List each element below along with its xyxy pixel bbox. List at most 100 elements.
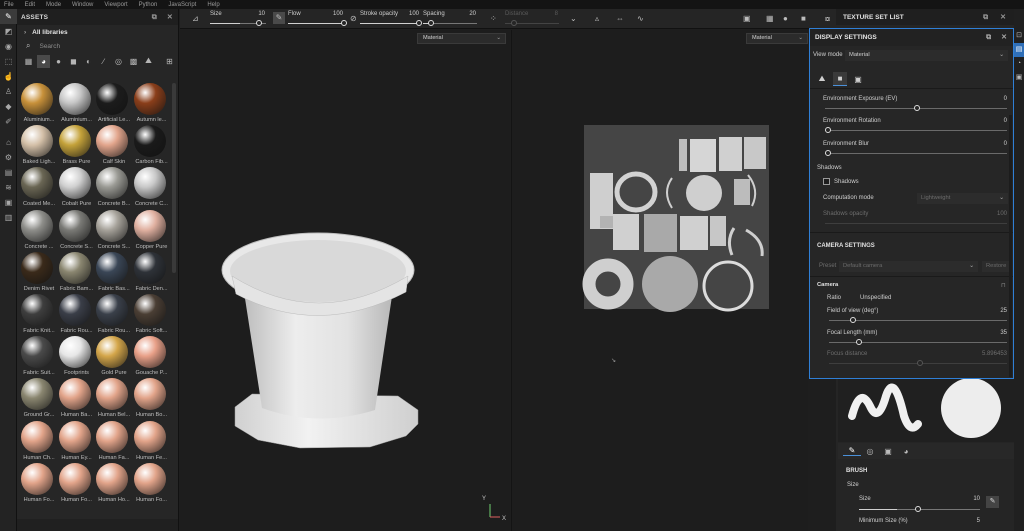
- fov-slider[interactable]: [829, 317, 1007, 323]
- asset-thumbnail[interactable]: Human Bo...: [133, 378, 171, 420]
- menu-item[interactable]: Mode: [46, 2, 61, 8]
- env-exposure-value[interactable]: 0: [995, 96, 1007, 102]
- viewport-2d[interactable]: Material ⌄ ↘: [511, 30, 808, 531]
- anchor-tool-icon[interactable]: ⚙: [0, 150, 17, 165]
- asset-thumbnail[interactable]: Concrete S...: [58, 209, 96, 252]
- axis-icon[interactable]: ∿: [637, 14, 644, 23]
- mirror-icon[interactable]: ▵: [595, 14, 599, 23]
- menu-item[interactable]: Python: [139, 2, 158, 8]
- viewport-3d[interactable]: Material ⌄ Y X: [180, 30, 510, 531]
- asset-thumbnail[interactable]: Fabric Bas...: [95, 251, 133, 294]
- focal-length-slider[interactable]: [829, 339, 1007, 345]
- camera-tab-icon[interactable]: ■: [833, 72, 847, 86]
- asset-thumbnail[interactable]: Concrete ...: [20, 209, 58, 252]
- search-input[interactable]: Search: [39, 43, 60, 50]
- assets-search[interactable]: ⌕ Search: [17, 39, 178, 53]
- flow-value[interactable]: 100: [325, 11, 343, 17]
- asset-thumbnail[interactable]: Fabric Knit...: [20, 294, 58, 336]
- asset-thumbnail[interactable]: Denim Rivet: [20, 251, 58, 294]
- asset-thumbnail[interactable]: Gouache P...: [133, 336, 171, 378]
- filter-procedurals-icon[interactable]: ▩: [127, 55, 140, 68]
- restore-button[interactable]: Restore: [982, 261, 1009, 272]
- close-icon[interactable]: ✕: [1001, 34, 1007, 41]
- close-icon[interactable]: ✕: [1000, 14, 1006, 21]
- filter-brushes-icon[interactable]: ∕: [97, 55, 110, 68]
- texture-view-icon[interactable]: ▦: [766, 14, 774, 23]
- viewport-tab-icon[interactable]: ▣: [851, 72, 865, 86]
- asset-thumbnail[interactable]: Human Fa...: [95, 420, 133, 463]
- size-pressure-icon[interactable]: ✎: [986, 496, 999, 508]
- asset-thumbnail[interactable]: Human Ho...: [95, 462, 133, 505]
- filter-generators-icon[interactable]: ◐: [82, 55, 95, 68]
- asset-thumbnail[interactable]: Gold Pure: [95, 336, 133, 378]
- fov-value[interactable]: 25: [995, 308, 1007, 314]
- view-mode-dropdown[interactable]: Material ⌄: [845, 50, 1008, 61]
- focus-distance-value[interactable]: 5.896453: [975, 351, 1007, 357]
- photo-icon[interactable]: ▣: [743, 14, 751, 23]
- environment-tab-icon[interactable]: ⛰: [815, 72, 829, 86]
- asset-thumbnail[interactable]: Copper Pure: [133, 209, 171, 252]
- asset-thumbnail[interactable]: Artificial Le...: [95, 83, 133, 125]
- asset-thumbnail[interactable]: Aluminium...: [58, 83, 96, 125]
- brush-tab-icon[interactable]: ✎: [843, 446, 861, 456]
- asset-thumbnail[interactable]: Fabric Rou...: [58, 294, 96, 336]
- menu-item[interactable]: Viewport: [104, 2, 127, 8]
- asset-thumbnail[interactable]: Fabric Soft...: [133, 294, 171, 336]
- clone-tool-icon[interactable]: ♙: [0, 84, 17, 99]
- filter-textures-icon[interactable]: ◼: [67, 55, 80, 68]
- asset-thumbnail[interactable]: Brass Pure: [58, 125, 96, 167]
- size-value[interactable]: 10: [250, 11, 265, 17]
- assets-scrollbar[interactable]: [172, 83, 176, 273]
- asset-thumbnail[interactable]: Fabric Bam...: [58, 251, 96, 294]
- settings-tab-icon[interactable]: ▤: [1014, 43, 1024, 57]
- smudge-tool-icon[interactable]: ☝: [0, 69, 17, 84]
- symmetry-icon[interactable]: ⌄: [570, 14, 577, 23]
- brush-size-value[interactable]: 10: [968, 496, 980, 502]
- env-rotation-value[interactable]: 0: [995, 118, 1007, 124]
- spacing-slider[interactable]: [423, 20, 477, 26]
- shadows-checkbox[interactable]: [823, 178, 830, 185]
- color-picker-tool-icon[interactable]: ✐: [0, 114, 17, 129]
- geometry-mask-tool-icon[interactable]: ⬚: [0, 54, 17, 69]
- menu-item[interactable]: Help: [207, 2, 219, 8]
- asset-thumbnail[interactable]: Human Fo...: [58, 462, 96, 505]
- flow-pressure-icon[interactable]: ⊘: [350, 14, 357, 23]
- asset-thumbnail[interactable]: Cobalt Pure: [58, 167, 96, 209]
- export-tool-icon[interactable]: ▣: [0, 195, 17, 210]
- min-size-value[interactable]: 5: [968, 518, 980, 524]
- size-slider[interactable]: [210, 20, 266, 26]
- undock-icon[interactable]: ⧉: [986, 34, 991, 41]
- focal-length-value[interactable]: 35: [995, 330, 1007, 336]
- layers-tool-icon[interactable]: ≋: [0, 180, 17, 195]
- stroke-opacity-value[interactable]: 100: [401, 11, 419, 17]
- log-tab-icon[interactable]: ▣: [1014, 71, 1024, 85]
- bake-tool-icon[interactable]: ⌂: [0, 135, 17, 150]
- library-selector[interactable]: › All libraries: [17, 25, 178, 39]
- filter-smart-materials-icon[interactable]: ●: [52, 55, 65, 68]
- spacing-mode-icon[interactable]: ⁘: [490, 14, 497, 23]
- asset-thumbnail[interactable]: Human Fo...: [20, 462, 58, 505]
- asset-thumbnail[interactable]: Human Ba...: [58, 378, 96, 420]
- pen-pressure-icon[interactable]: ✎: [273, 12, 285, 24]
- asset-thumbnail[interactable]: Coated Me...: [20, 167, 58, 209]
- filter-all-icon[interactable]: ▦: [22, 55, 35, 68]
- flow-slider[interactable]: [288, 20, 347, 26]
- display-settings-scrollbar[interactable]: [1009, 115, 1012, 377]
- asset-thumbnail[interactable]: Human Fe...: [133, 420, 171, 463]
- menu-item[interactable]: Edit: [25, 2, 35, 8]
- asset-thumbnail[interactable]: Fabric Den...: [133, 251, 171, 294]
- env-rotation-slider[interactable]: [825, 127, 1007, 133]
- share-tool-icon[interactable]: ▥: [0, 210, 17, 225]
- close-icon[interactable]: ✕: [167, 14, 173, 21]
- asset-thumbnail[interactable]: Footprints: [58, 336, 96, 378]
- asset-thumbnail[interactable]: Concrete S...: [95, 209, 133, 252]
- undock-icon[interactable]: ⧉: [983, 14, 988, 21]
- asset-thumbnail[interactable]: Baked Ligh...: [20, 125, 58, 167]
- spacing-value[interactable]: 20: [463, 11, 476, 17]
- lock-icon[interactable]: ⊓: [1001, 282, 1006, 289]
- asset-thumbnail[interactable]: Carbon Fib...: [133, 125, 171, 167]
- shadows-opacity-slider[interactable]: [825, 223, 1007, 224]
- env-blur-value[interactable]: 0: [995, 141, 1007, 147]
- asset-thumbnail[interactable]: Aluminium...: [20, 83, 58, 125]
- projection-tool-icon[interactable]: ◉: [0, 39, 17, 54]
